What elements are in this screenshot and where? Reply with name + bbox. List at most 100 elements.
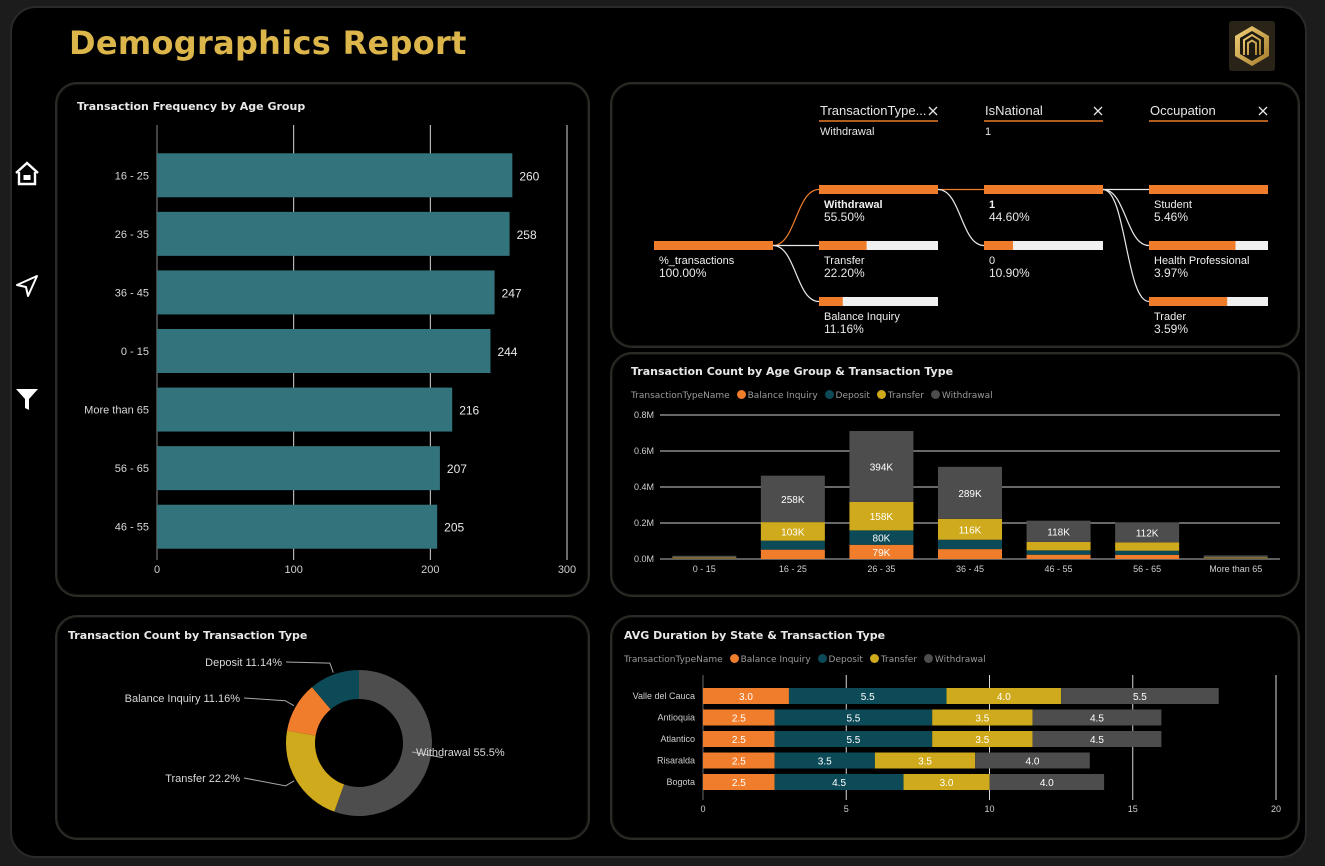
- legend-swatch-withdrawal: [930, 390, 940, 399]
- level2-node-value: 10.90%: [989, 266, 1030, 280]
- legend-swatch-balance-inquiry: [736, 390, 746, 399]
- data-label: 3.5: [975, 714, 989, 725]
- bar-segment: [1203, 557, 1268, 559]
- data-label: 2.5: [732, 735, 746, 746]
- level1-node-value: 11.16%: [824, 322, 864, 336]
- node-bar: [1149, 297, 1228, 306]
- legend-swatch-balance-inquiry: [729, 654, 739, 663]
- data-label: 5.5: [846, 714, 860, 725]
- data-label: 112K: [1136, 528, 1159, 539]
- y-tick-label: 0.2M: [634, 518, 654, 528]
- bar: [157, 329, 491, 373]
- data-label: 394K: [870, 462, 894, 473]
- node-bar: [819, 297, 843, 306]
- data-label: 3.5: [918, 757, 932, 768]
- age-type-chart: 0.0M 0.2M 0.4M 0.6M 0.8M 0 - 15 103K 258K 16 - 2…: [634, 410, 1280, 574]
- close-icon: [1258, 106, 1268, 116]
- data-label: 4.5: [832, 778, 846, 789]
- navigate-icon[interactable]: [14, 273, 40, 299]
- tree-link: [1102, 188, 1150, 247]
- legend-label: Balance Inquiry: [740, 655, 811, 665]
- bar-segment: [1026, 550, 1091, 555]
- y-tick-label: 36 - 45: [115, 287, 149, 299]
- data-label: 207: [447, 462, 467, 476]
- state-duration-title: AVG Duration by State & Transaction Type: [624, 629, 886, 642]
- tree-link: [937, 188, 985, 247]
- leader-line: [243, 697, 295, 707]
- y-tick-label: Risaralda: [657, 756, 695, 766]
- y-tick-label: 26 - 35: [115, 229, 149, 241]
- filter-icon[interactable]: [14, 386, 40, 412]
- bar: [157, 446, 440, 491]
- data-label: 5.5: [1133, 692, 1147, 703]
- age-frequency-chart: 0 100 200 300 16 - 25 260 26 - 35 258 36 - 45 247…: [84, 125, 576, 576]
- data-label: 2.5: [732, 757, 746, 768]
- legend-swatch-deposit: [824, 390, 834, 399]
- slice-label: Balance Inquiry 11.16%: [125, 693, 241, 705]
- age-type-title: Transaction Count by Age Group & Transac…: [631, 365, 954, 378]
- bar-segment: [1026, 554, 1091, 559]
- decomposition-tree[interactable]: TransactionType... Withdrawal IsNational 1 O…: [612, 84, 1298, 346]
- x-tick-label: 20: [1271, 804, 1281, 814]
- level1-node-value: 22.20%: [824, 266, 865, 280]
- x-tick-label: 56 - 65: [1133, 564, 1161, 574]
- bar-segment: [1203, 555, 1268, 558]
- data-label: 103K: [781, 527, 805, 538]
- type-donut-chart: Withdrawal 55.5% Transfer 22.2% Balance In…: [125, 657, 505, 816]
- data-label: 3.5: [975, 735, 989, 746]
- legend-swatch-withdrawal: [923, 654, 933, 663]
- data-label: 80K: [873, 534, 891, 545]
- y-tick-label: Valle del Cauca: [633, 691, 695, 701]
- y-tick-label: 46 - 55: [115, 522, 149, 534]
- x-tick-label: 26 - 35: [867, 564, 895, 574]
- node-bar: [1149, 241, 1236, 250]
- level-filter-value: Withdrawal: [820, 126, 874, 138]
- y-tick-label: 0 - 15: [121, 346, 149, 358]
- data-label: 4.5: [1090, 714, 1104, 725]
- bar-segment: [1115, 542, 1180, 551]
- x-tick-label: 36 - 45: [956, 564, 984, 574]
- node-bar: [1149, 185, 1268, 194]
- data-label: 2.5: [732, 714, 746, 725]
- data-label: 4.0: [1040, 778, 1054, 789]
- level-header: Occupation: [1150, 103, 1216, 118]
- x-tick-label: 0: [700, 804, 705, 814]
- bar-segment: [1115, 550, 1180, 555]
- node-bar: [984, 185, 1103, 194]
- y-tick-label: 0.8M: [634, 410, 654, 420]
- data-label: 4.5: [1090, 735, 1104, 746]
- level2-node-value: 44.60%: [989, 210, 1030, 224]
- tree-link: [1102, 188, 1150, 303]
- y-tick-label: Antioquia: [657, 713, 695, 723]
- bar: [157, 270, 495, 315]
- data-label: 205: [444, 521, 464, 535]
- building-logo-icon: [1229, 21, 1275, 71]
- data-label: 3.0: [739, 692, 753, 703]
- tree-link: [772, 244, 820, 303]
- y-tick-label: Bogota: [666, 777, 695, 787]
- data-label: 158K: [870, 512, 894, 523]
- level-header: IsNational: [985, 103, 1043, 118]
- data-label: 2.5: [732, 778, 746, 789]
- data-label: 3.5: [818, 757, 832, 768]
- bar: [157, 153, 513, 198]
- y-tick-label: 0.6M: [634, 446, 654, 456]
- x-tick-label: 5: [844, 804, 849, 814]
- legend-swatch-deposit: [817, 654, 827, 663]
- x-tick-label: 0: [154, 564, 160, 576]
- slice-label: Withdrawal 55.5%: [416, 747, 505, 759]
- y-tick-label: Atlantico: [660, 734, 695, 744]
- legend-label: Transfer: [880, 655, 918, 665]
- level-header: TransactionType...: [820, 103, 926, 118]
- bar-segment: [938, 539, 1002, 550]
- type-donut-title: Transaction Count by Transaction Type: [68, 629, 308, 642]
- home-icon[interactable]: [14, 160, 40, 186]
- data-label: 3.0: [940, 778, 954, 789]
- x-tick-label: 16 - 25: [779, 564, 807, 574]
- bar-segment: [1115, 554, 1180, 559]
- node-bar: [654, 241, 773, 250]
- leader-line: [285, 661, 334, 673]
- data-label: 79K: [873, 548, 891, 559]
- data-label: 4.0: [997, 692, 1011, 703]
- bar-segment: [672, 557, 737, 559]
